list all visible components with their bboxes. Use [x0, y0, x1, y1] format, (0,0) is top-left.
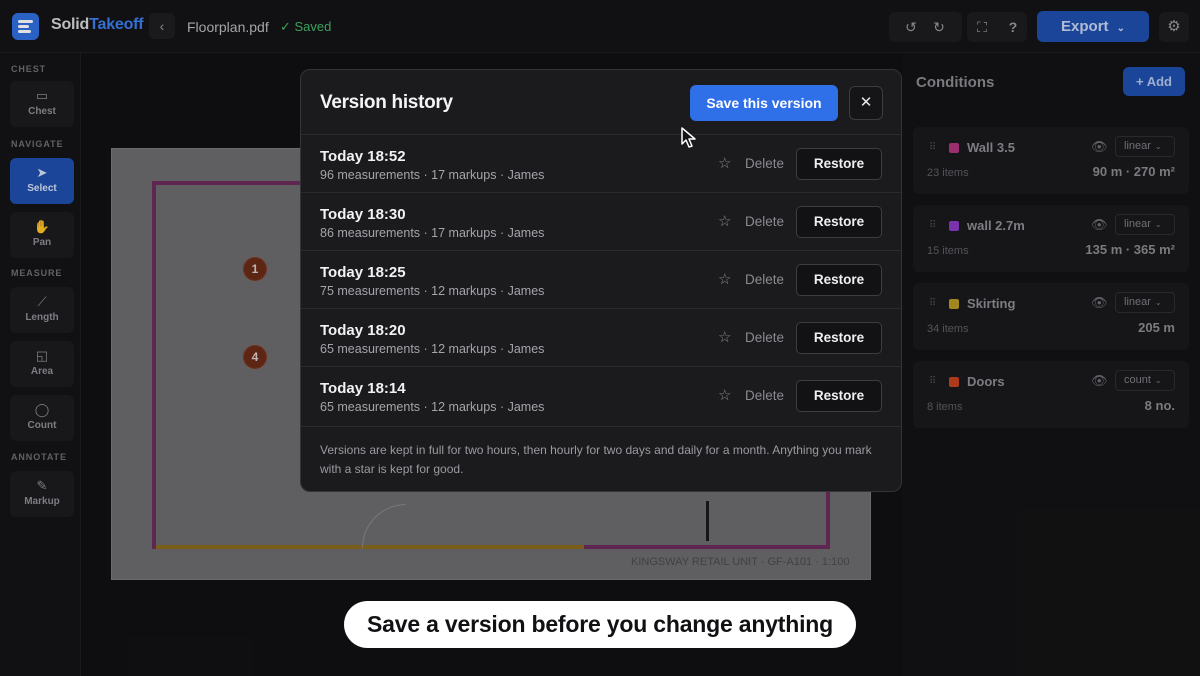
version-row: Today 18:52 96 measurements · 17 markups… — [301, 134, 901, 192]
version-time: Today 18:20 — [320, 322, 406, 339]
restore-button[interactable]: Restore — [796, 148, 882, 180]
star-icon[interactable]: ☆ — [718, 154, 731, 172]
star-icon[interactable]: ☆ — [718, 212, 731, 230]
version-row: Today 18:30 86 measurements · 17 markups… — [301, 192, 901, 250]
restore-button[interactable]: Restore — [796, 322, 882, 354]
star-icon[interactable]: ☆ — [718, 270, 731, 288]
version-history-dialog: Version history Save this version ✕ Toda… — [300, 69, 902, 492]
version-time: Today 18:14 — [320, 380, 406, 397]
version-details: 86 measurements · 17 markups · James — [320, 226, 545, 240]
version-details: 96 measurements · 17 markups · James — [320, 168, 545, 182]
version-details: 75 measurements · 12 markups · James — [320, 284, 545, 298]
retention-note: Versions are kept in full for two hours,… — [301, 426, 901, 492]
app-window: SolidTakeoff ‹ Floorplan.pdf ✓ Saved ↺ ↻… — [0, 0, 1200, 676]
version-row: Today 18:25 75 measurements · 12 markups… — [301, 250, 901, 308]
close-icon[interactable]: ✕ — [849, 86, 883, 120]
delete-button[interactable]: Delete — [745, 156, 784, 171]
version-time: Today 18:30 — [320, 206, 406, 223]
dialog-title: Version history — [320, 92, 453, 113]
version-row: Today 18:14 65 measurements · 12 markups… — [301, 366, 901, 424]
restore-button[interactable]: Restore — [796, 380, 882, 412]
restore-button[interactable]: Restore — [796, 206, 882, 238]
star-icon[interactable]: ☆ — [718, 386, 731, 404]
version-details: 65 measurements · 12 markups · James — [320, 342, 545, 356]
delete-button[interactable]: Delete — [745, 330, 784, 345]
restore-button[interactable]: Restore — [796, 264, 882, 296]
delete-button[interactable]: Delete — [745, 214, 784, 229]
caption-banner: Save a version before you change anythin… — [344, 601, 856, 648]
delete-button[interactable]: Delete — [745, 388, 784, 403]
star-icon[interactable]: ☆ — [718, 328, 731, 346]
mouse-cursor-icon — [681, 127, 696, 148]
delete-button[interactable]: Delete — [745, 272, 784, 287]
version-row: Today 18:20 65 measurements · 12 markups… — [301, 308, 901, 366]
version-time: Today 18:25 — [320, 264, 406, 281]
version-details: 65 measurements · 12 markups · James — [320, 400, 545, 414]
save-version-button[interactable]: Save this version — [690, 85, 838, 121]
version-time: Today 18:52 — [320, 148, 406, 165]
retention-text: Versions are kept in full for two hours,… — [320, 443, 872, 476]
